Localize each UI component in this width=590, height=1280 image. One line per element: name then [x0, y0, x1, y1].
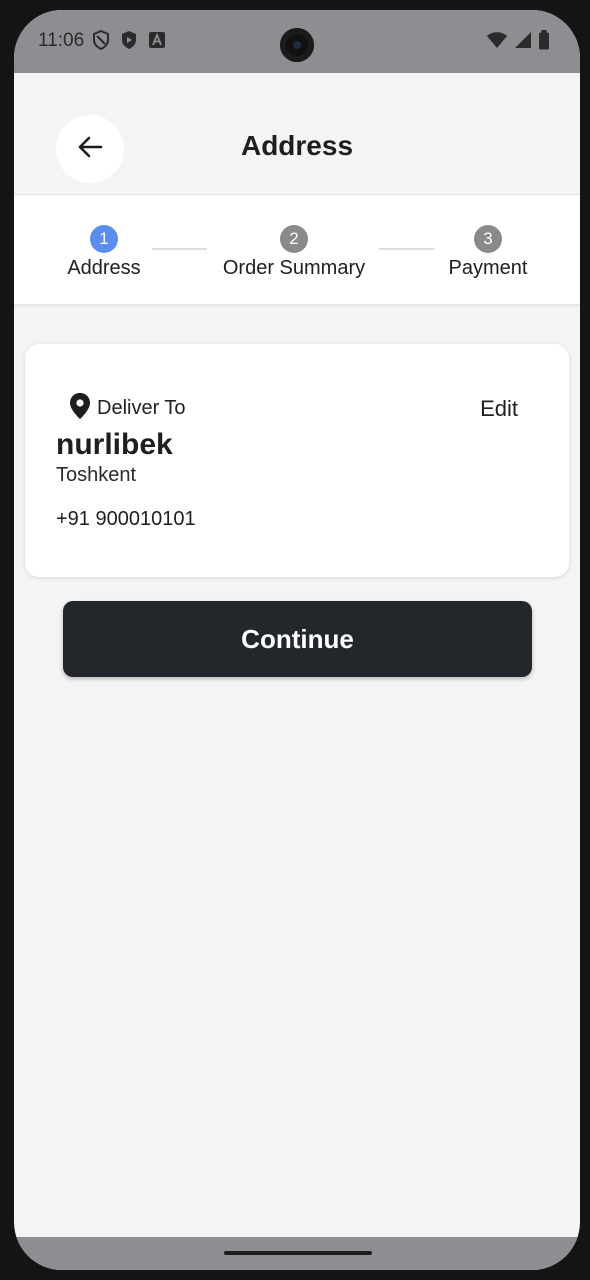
deliver-to-label: Deliver To — [97, 397, 186, 419]
step-connector — [379, 248, 434, 250]
system-nav-bar — [14, 1237, 580, 1270]
app-header: Address — [14, 73, 580, 193]
edit-address-link[interactable]: Edit — [480, 396, 518, 422]
status-system-icons — [486, 30, 550, 55]
signal-icon — [514, 31, 532, 54]
address-city: Toshkent — [56, 464, 137, 486]
recipient-name: nurlibek — [56, 428, 173, 461]
page-title: Address — [240, 130, 354, 161]
step-label: Order Summary — [222, 257, 366, 279]
step-label: Address — [67, 257, 141, 279]
wifi-icon — [486, 31, 508, 54]
a-icon — [148, 31, 166, 54]
step-payment[interactable]: 3 Payment — [443, 225, 533, 280]
status-notification-icons — [92, 29, 166, 55]
battery-icon — [538, 30, 550, 55]
step-number: 2 — [280, 225, 308, 253]
shield-icon — [92, 29, 110, 55]
front-camera — [280, 28, 314, 62]
status-time: 11:06 — [38, 30, 85, 51]
checkout-stepper: 1 Address 2 Order Summary 3 Payment — [14, 194, 580, 304]
step-connector — [152, 248, 207, 250]
step-number: 3 — [474, 225, 502, 253]
status-bar: 11:06 — [14, 10, 580, 73]
location-pin-icon — [67, 392, 93, 425]
continue-button[interactable]: Continue — [63, 601, 532, 677]
phone-screen: 11:06 Address 1 Address 2 Order Summary … — [14, 10, 580, 1270]
recipient-phone: +91 900010101 — [56, 508, 196, 530]
address-card: Deliver To Edit nurlibek Toshkent +91 90… — [25, 344, 569, 577]
step-address[interactable]: 1 Address — [64, 225, 144, 280]
step-label: Payment — [448, 257, 528, 279]
play-protect-icon — [120, 30, 138, 55]
step-order-summary[interactable]: 2 Order Summary — [214, 225, 374, 280]
step-number: 1 — [90, 225, 118, 253]
home-indicator[interactable] — [224, 1251, 372, 1255]
deliver-to-row: Deliver To — [67, 392, 186, 425]
